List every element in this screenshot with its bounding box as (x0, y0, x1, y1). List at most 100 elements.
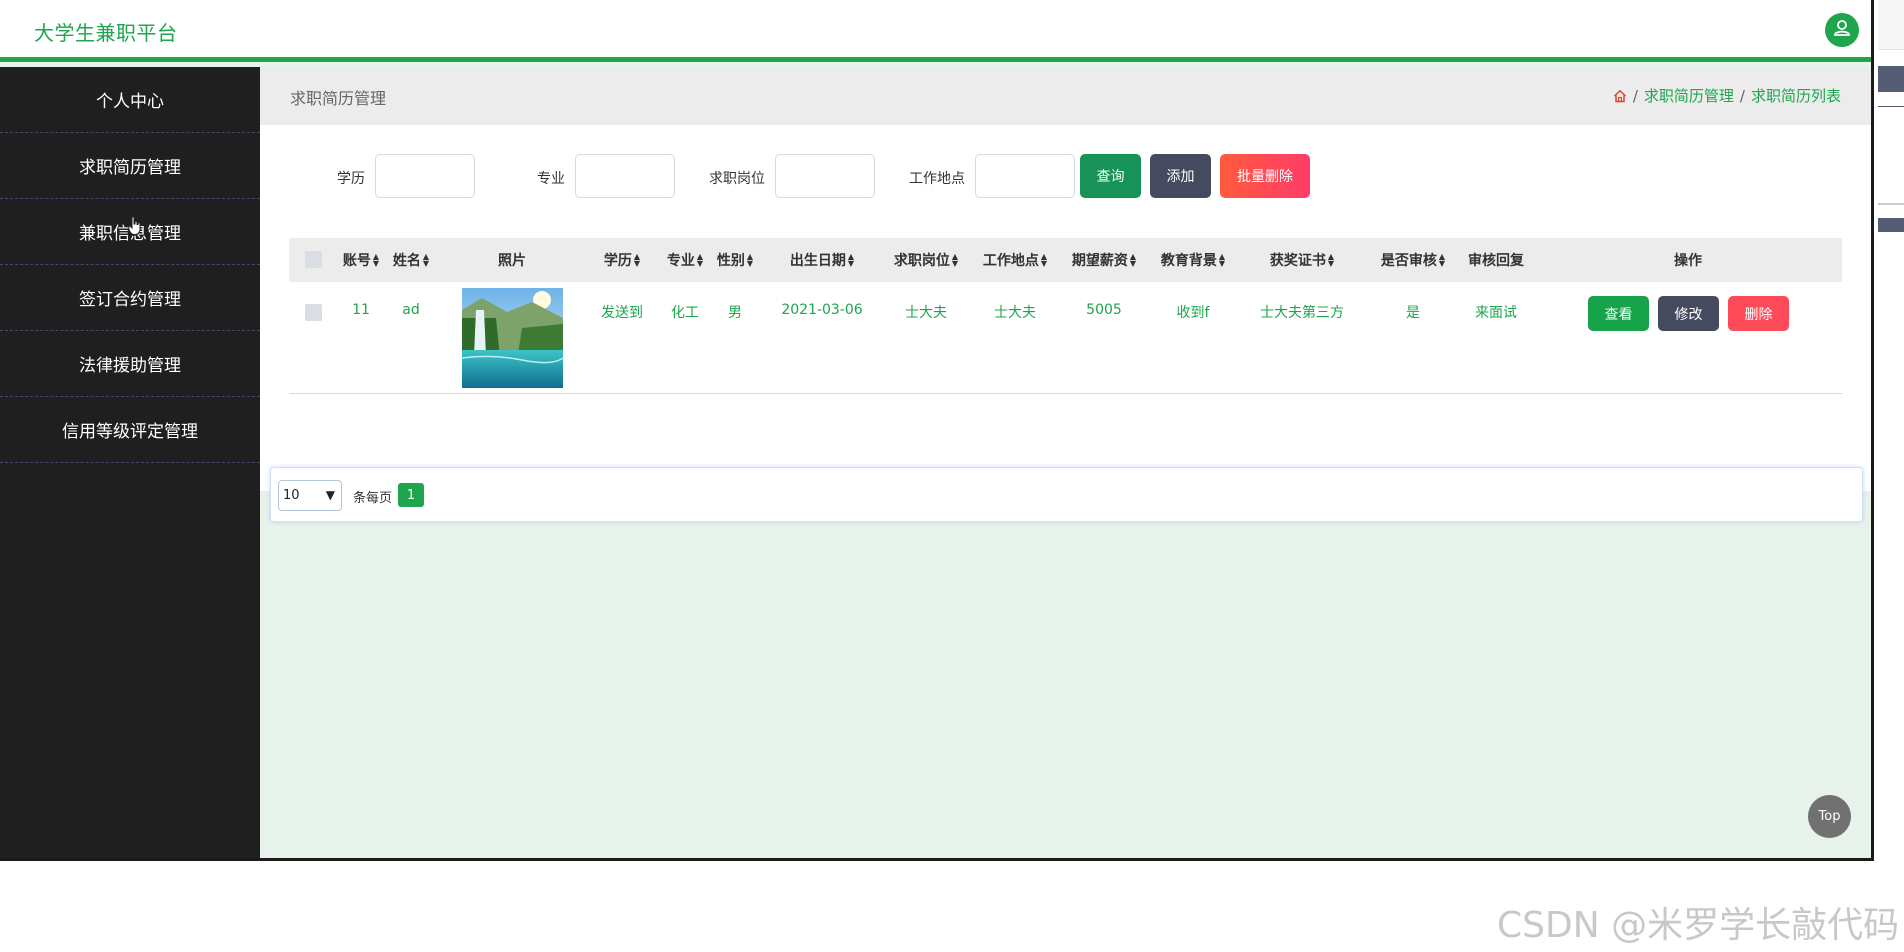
adjacent-window-fragment (1878, 203, 1904, 205)
chevron-down-icon: ▼ (325, 488, 335, 502)
sort-icon: ▲ ▼ (696, 252, 704, 268)
adjacent-window-fragment (1878, 106, 1904, 107)
cell-account: 11 (352, 302, 370, 318)
column-header-name[interactable]: 姓名 ▲ ▼ (393, 238, 429, 282)
select-all-checkbox[interactable] (305, 251, 322, 268)
column-header-location[interactable]: 工作地点 ▲ ▼ (983, 238, 1047, 282)
column-header-reply: 审核回复 (1468, 253, 1524, 269)
sort-icon: ▲ ▼ (746, 252, 754, 268)
sidebar-item-label: 个人中心 (96, 92, 164, 112)
cell-reviewed: 是 (1406, 305, 1420, 321)
adjacent-window-fragment (1878, 0, 1904, 50)
watermark-text: CSDN @米罗学长敲代码 (1497, 905, 1900, 946)
user-icon (1832, 18, 1852, 42)
per-page-label: 条每页 (353, 491, 393, 506)
sort-icon: ▲ ▼ (1218, 252, 1226, 268)
column-header-education[interactable]: 学历 ▲ ▼ (604, 238, 640, 282)
column-header-gender[interactable]: 性别 ▲ ▼ (717, 238, 753, 282)
app-title: 大学生兼职平台 (34, 21, 178, 45)
sort-icon: ▲ ▼ (1438, 252, 1446, 268)
search-button[interactable]: 查询 (1080, 154, 1141, 198)
batch-delete-button[interactable]: 批量删除 (1220, 154, 1310, 198)
location-input[interactable] (975, 154, 1075, 198)
column-header-salary[interactable]: 期望薪资 ▲ ▼ (1072, 238, 1136, 282)
column-header-job[interactable]: 求职岗位 ▲ ▼ (894, 238, 958, 282)
pagination: 10 ▼ 条每页 1 (270, 467, 1863, 522)
education-input[interactable] (375, 154, 475, 198)
column-header-actions: 操作 (1674, 253, 1702, 269)
job-label: 求职岗位 (709, 171, 765, 187)
page-size-value: 10 (283, 488, 300, 503)
cell-gender: 男 (728, 305, 742, 321)
cell-name: ad (402, 302, 420, 318)
breadcrumb-bar: 求职简历管理 / 求职简历管理 / 求职简历列表 (260, 67, 1871, 125)
sort-icon: ▲ ▼ (1129, 252, 1137, 268)
cell-job: 士大夫 (905, 305, 947, 321)
column-header-account[interactable]: 账号 ▲ ▼ (343, 238, 379, 282)
column-header-awards[interactable]: 获奖证书 ▲ ▼ (1270, 238, 1334, 282)
table-row: 11 ad 发送到 化工 男 2021-03-06 士大夫 士大夫 5005 收… (289, 282, 1842, 394)
page-title: 求职简历管理 (290, 89, 387, 108)
sidebar-item-legal-aid[interactable]: 法律援助管理 (0, 331, 260, 397)
column-header-major[interactable]: 专业 ▲ ▼ (667, 238, 703, 282)
breadcrumb-item[interactable]: 求职简历管理 (1644, 85, 1734, 106)
home-icon[interactable] (1613, 89, 1627, 103)
photo-thumbnail[interactable] (462, 288, 563, 388)
sidebar-item-label: 法律援助管理 (79, 356, 181, 376)
delete-button[interactable]: 删除 (1728, 296, 1789, 331)
cell-education: 发送到 (601, 305, 643, 321)
cell-salary: 5005 (1086, 302, 1122, 318)
mouse-cursor-icon (128, 216, 142, 240)
main-content: 求职简历管理 / 求职简历管理 / 求职简历列表 学历 专业 求职岗位 工作地点… (260, 67, 1871, 858)
sidebar-item-label: 求职简历管理 (79, 158, 181, 178)
major-input[interactable] (575, 154, 675, 198)
sort-icon: ▲ ▼ (633, 252, 641, 268)
sort-icon: ▲ ▼ (1040, 252, 1048, 268)
sort-icon: ▲ ▼ (372, 252, 380, 268)
column-header-photo: 照片 (498, 253, 526, 269)
column-header-reviewed[interactable]: 是否审核 ▲ ▼ (1381, 238, 1445, 282)
sidebar-item-label: 信用等级评定管理 (62, 422, 198, 442)
job-input[interactable] (775, 154, 875, 198)
sidebar-item-label: 签订合约管理 (79, 290, 181, 310)
app-window: 大学生兼职平台 个人中心 求职简历管理 兼职信息管理 签订合约管理 法律援助管理… (0, 0, 1874, 861)
view-button[interactable]: 查看 (1588, 296, 1649, 331)
sidebar: 个人中心 求职简历管理 兼职信息管理 签订合约管理 法律援助管理 信用等级评定管… (0, 67, 260, 858)
back-to-top-button[interactable]: Top (1808, 795, 1851, 838)
breadcrumb-separator: / (1739, 86, 1745, 105)
cell-edu-background: 收到f (1176, 305, 1210, 321)
cell-major: 化工 (671, 305, 699, 321)
adjacent-window-fragment (1878, 218, 1904, 232)
sidebar-item-personal-center[interactable]: 个人中心 (0, 67, 260, 133)
breadcrumb: / 求职简历管理 / 求职简历列表 (1613, 85, 1841, 106)
cell-awards: 士大夫第三方 (1260, 305, 1344, 321)
sort-icon: ▲ ▼ (1327, 252, 1335, 268)
sort-icon: ▲ ▼ (422, 252, 430, 268)
table-header: 账号 ▲ ▼ 姓名 ▲ ▼ 照片 学历 ▲ ▼ 专业 ▲ ▼ 性别 ▲ ▼ 出生日期 ▲ ▼ 求职岗位 ▲… (289, 238, 1842, 282)
breadcrumb-item[interactable]: 求职简历列表 (1751, 85, 1841, 106)
search-form: 学历 专业 求职岗位 工作地点 查询 添加 批量删除 (260, 154, 1871, 198)
page-size-select[interactable]: 10 ▼ (278, 480, 342, 511)
resume-table: 账号 ▲ ▼ 姓名 ▲ ▼ 照片 学历 ▲ ▼ 专业 ▲ ▼ 性别 ▲ ▼ 出生日期 ▲ ▼ 求职岗位 ▲… (289, 238, 1842, 394)
sidebar-item-resume-management[interactable]: 求职简历管理 (0, 133, 260, 199)
add-button[interactable]: 添加 (1150, 154, 1211, 198)
major-label: 专业 (537, 171, 565, 187)
sort-icon: ▲ ▼ (847, 252, 855, 268)
row-checkbox[interactable] (305, 304, 322, 321)
list-panel: 学历 专业 求职岗位 工作地点 查询 添加 批量删除 账号 ▲ ▼ 姓名 ▲ ▼ 照片 … (260, 125, 1871, 522)
education-label: 学历 (337, 171, 365, 187)
sidebar-item-credit-rating[interactable]: 信用等级评定管理 (0, 397, 260, 463)
breadcrumb-separator: / (1632, 86, 1638, 105)
column-header-edu-background[interactable]: 教育背景 ▲ ▼ (1161, 238, 1225, 282)
page-number-button[interactable]: 1 (398, 483, 424, 507)
top-bar: 大学生兼职平台 (0, 0, 1871, 62)
adjacent-window-fragment (1878, 66, 1904, 92)
edit-button[interactable]: 修改 (1658, 296, 1719, 331)
sidebar-item-contract-management[interactable]: 签订合约管理 (0, 265, 260, 331)
location-label: 工作地点 (909, 171, 965, 187)
column-header-birth-date[interactable]: 出生日期 ▲ ▼ (790, 238, 854, 282)
sort-icon: ▲ ▼ (951, 252, 959, 268)
cell-location: 士大夫 (994, 305, 1036, 321)
user-avatar[interactable] (1825, 13, 1859, 47)
cell-birth-date: 2021-03-06 (781, 302, 863, 318)
